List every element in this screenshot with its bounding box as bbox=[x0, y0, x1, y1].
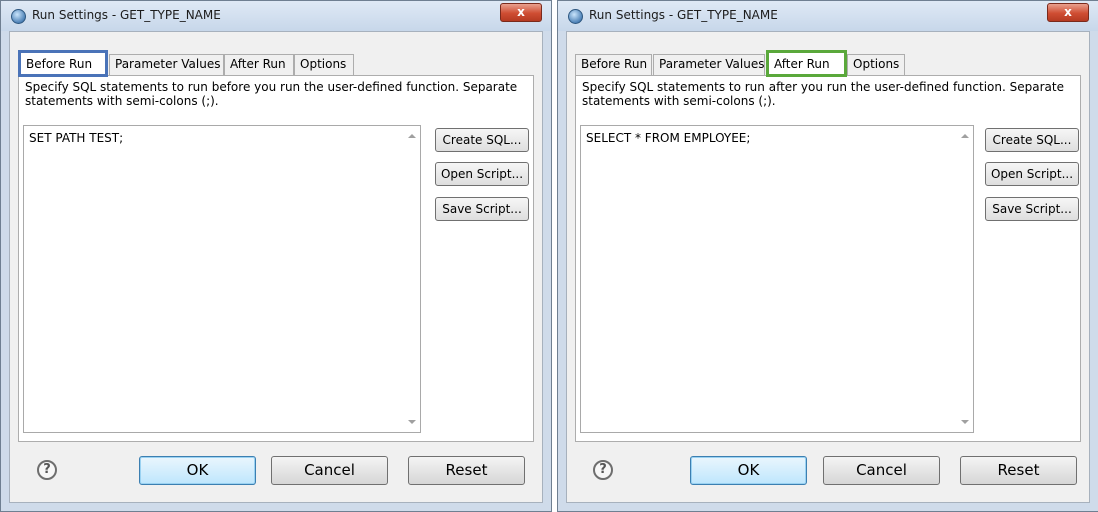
save-script-button[interactable]: Save Script... bbox=[435, 197, 529, 221]
window-title: Run Settings - GET_TYPE_NAME bbox=[32, 8, 221, 22]
ok-button[interactable]: OK bbox=[139, 456, 256, 485]
title-bar[interactable]: Run Settings - GET_TYPE_NAME x bbox=[1, 1, 551, 31]
dialog-body: Before Run Parameter Values After Run Op… bbox=[566, 31, 1090, 503]
open-script-button[interactable]: Open Script... bbox=[985, 162, 1079, 186]
save-script-button[interactable]: Save Script... bbox=[985, 197, 1079, 221]
cancel-button[interactable]: Cancel bbox=[271, 456, 388, 485]
help-icon[interactable]: ? bbox=[593, 460, 613, 480]
cancel-button[interactable]: Cancel bbox=[823, 456, 940, 485]
description-text: Specify SQL statements to run before you… bbox=[25, 80, 518, 108]
open-script-button[interactable]: Open Script... bbox=[435, 162, 529, 186]
tab-parameter-values[interactable]: Parameter Values bbox=[109, 54, 224, 75]
tab-options[interactable]: Options bbox=[847, 54, 905, 75]
vertical-scrollbar[interactable] bbox=[956, 126, 973, 432]
tab-before-run[interactable]: Before Run bbox=[18, 50, 108, 77]
create-sql-button[interactable]: Create SQL... bbox=[435, 128, 529, 152]
scroll-up-arrow-icon[interactable] bbox=[961, 134, 969, 138]
create-sql-button[interactable]: Create SQL... bbox=[985, 128, 1079, 152]
tab-after-run[interactable]: After Run bbox=[766, 50, 847, 77]
tab-panel: Specify SQL statements to run after you … bbox=[575, 75, 1081, 442]
help-icon[interactable]: ? bbox=[37, 460, 57, 480]
dialog-body: Before Run Parameter Values After Run Op… bbox=[9, 31, 543, 503]
sql-text: SET PATH TEST; bbox=[29, 131, 124, 145]
sql-editor[interactable]: SELECT * FROM EMPLOYEE; bbox=[580, 125, 974, 433]
app-icon bbox=[11, 9, 26, 24]
ok-button[interactable]: OK bbox=[690, 456, 807, 485]
title-bar[interactable]: Run Settings - GET_TYPE_NAME x bbox=[558, 1, 1098, 31]
reset-button[interactable]: Reset bbox=[960, 456, 1077, 485]
sql-editor[interactable]: SET PATH TEST; bbox=[23, 125, 421, 433]
tab-after-run[interactable]: After Run bbox=[224, 54, 294, 75]
sql-text: SELECT * FROM EMPLOYEE; bbox=[586, 131, 751, 145]
scroll-down-arrow-icon[interactable] bbox=[408, 420, 416, 424]
description-text: Specify SQL statements to run after you … bbox=[582, 80, 1064, 108]
tab-options[interactable]: Options bbox=[294, 54, 354, 75]
run-settings-dialog-before: Run Settings - GET_TYPE_NAME x Before Ru… bbox=[0, 0, 552, 512]
vertical-scrollbar[interactable] bbox=[403, 126, 420, 432]
tab-parameter-values[interactable]: Parameter Values bbox=[653, 54, 765, 75]
tab-panel: Specify SQL statements to run before you… bbox=[18, 75, 534, 442]
close-button[interactable]: x bbox=[1047, 3, 1089, 22]
tab-before-run[interactable]: Before Run bbox=[575, 54, 652, 75]
window-title: Run Settings - GET_TYPE_NAME bbox=[589, 8, 778, 22]
close-button[interactable]: x bbox=[500, 3, 542, 22]
reset-button[interactable]: Reset bbox=[408, 456, 525, 485]
run-settings-dialog-after: Run Settings - GET_TYPE_NAME x Before Ru… bbox=[557, 0, 1098, 512]
scroll-down-arrow-icon[interactable] bbox=[961, 420, 969, 424]
scroll-up-arrow-icon[interactable] bbox=[408, 134, 416, 138]
app-icon bbox=[568, 9, 583, 24]
